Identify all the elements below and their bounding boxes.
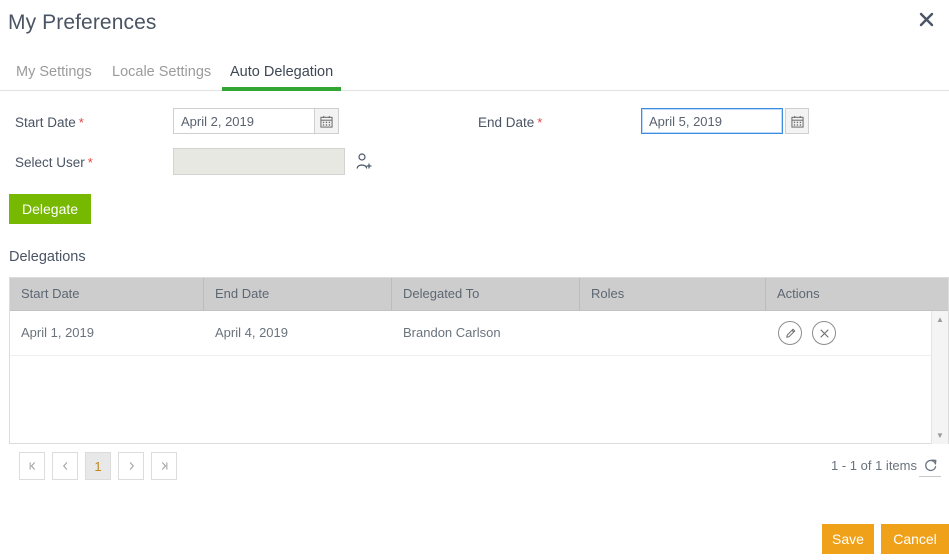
column-header-delegated-to[interactable]: Delegated To [392,278,580,310]
scroll-down-icon[interactable]: ▼ [932,428,948,443]
start-date-field-group [173,108,339,134]
pager-buttons: 1 [19,452,177,480]
delegations-grid: Start Date End Date Delegated To Roles A… [9,277,949,444]
grid-pager: 1 1 - 1 of 1 items [9,452,949,482]
select-user-field-group [173,148,373,175]
cell-start-date: April 1, 2019 [10,311,204,355]
grid-header-row: Start Date End Date Delegated To Roles A… [10,278,948,311]
column-header-roles[interactable]: Roles [580,278,766,310]
tab-my-settings[interactable]: My Settings [8,60,100,91]
tab-label: My Settings [16,64,92,80]
delegations-caption: Delegations [9,249,86,265]
delegate-button[interactable]: Delegate [9,194,91,224]
close-icon[interactable] [911,4,941,34]
end-date-calendar-icon[interactable] [785,108,809,134]
cell-actions [766,311,948,355]
tab-label: Locale Settings [112,64,211,80]
refresh-icon[interactable] [921,455,941,475]
edit-icon[interactable] [778,321,802,345]
select-user-label-text: Select User [15,155,85,170]
cell-end-date: April 4, 2019 [204,311,392,355]
column-header-end-date[interactable]: End Date [204,278,392,310]
cell-delegated-to: Brandon Carlson [392,311,580,355]
my-preferences-dialog: My Preferences My Settings Locale Settin… [0,0,949,560]
tab-label: Auto Delegation [230,64,333,80]
pager-next-button[interactable] [118,452,144,480]
page-title: My Preferences [8,11,156,35]
cell-roles [580,311,766,355]
end-date-label-text: End Date [478,115,534,130]
save-button[interactable]: Save [822,524,874,554]
cancel-button[interactable]: Cancel [881,524,949,554]
refresh-underline [919,476,941,477]
required-asterisk: * [88,155,93,170]
table-row[interactable]: April 1, 2019 April 4, 2019 Brandon Carl… [10,311,948,356]
required-asterisk: * [79,115,84,130]
end-date-field-group [641,108,809,134]
end-date-label: End Date* [478,115,542,130]
tab-auto-delegation[interactable]: Auto Delegation [222,60,341,91]
select-user-label: Select User* [15,155,93,170]
grid-vertical-scrollbar[interactable]: ▲ ▼ [931,311,948,444]
column-header-actions[interactable]: Actions [766,278,948,310]
start-date-label-text: Start Date [15,115,76,130]
pager-prev-button[interactable] [52,452,78,480]
start-date-calendar-icon[interactable] [315,108,339,134]
pager-page-1-button[interactable]: 1 [85,452,111,480]
start-date-label: Start Date* [15,115,84,130]
tab-locale-settings[interactable]: Locale Settings [104,60,219,91]
end-date-input[interactable] [641,108,783,134]
add-user-icon[interactable] [355,151,373,173]
grid-body: April 1, 2019 April 4, 2019 Brandon Carl… [10,311,948,444]
required-asterisk: * [537,115,542,130]
delete-icon[interactable] [812,321,836,345]
pager-item-count: 1 - 1 of 1 items [831,458,917,473]
pager-last-button[interactable] [151,452,177,480]
start-date-input[interactable] [173,108,315,134]
pager-first-button[interactable] [19,452,45,480]
select-user-input[interactable] [173,148,345,175]
column-header-start-date[interactable]: Start Date [10,278,204,310]
scroll-up-icon[interactable]: ▲ [932,312,948,327]
tab-bar: My Settings Locale Settings Auto Delegat… [0,60,949,91]
